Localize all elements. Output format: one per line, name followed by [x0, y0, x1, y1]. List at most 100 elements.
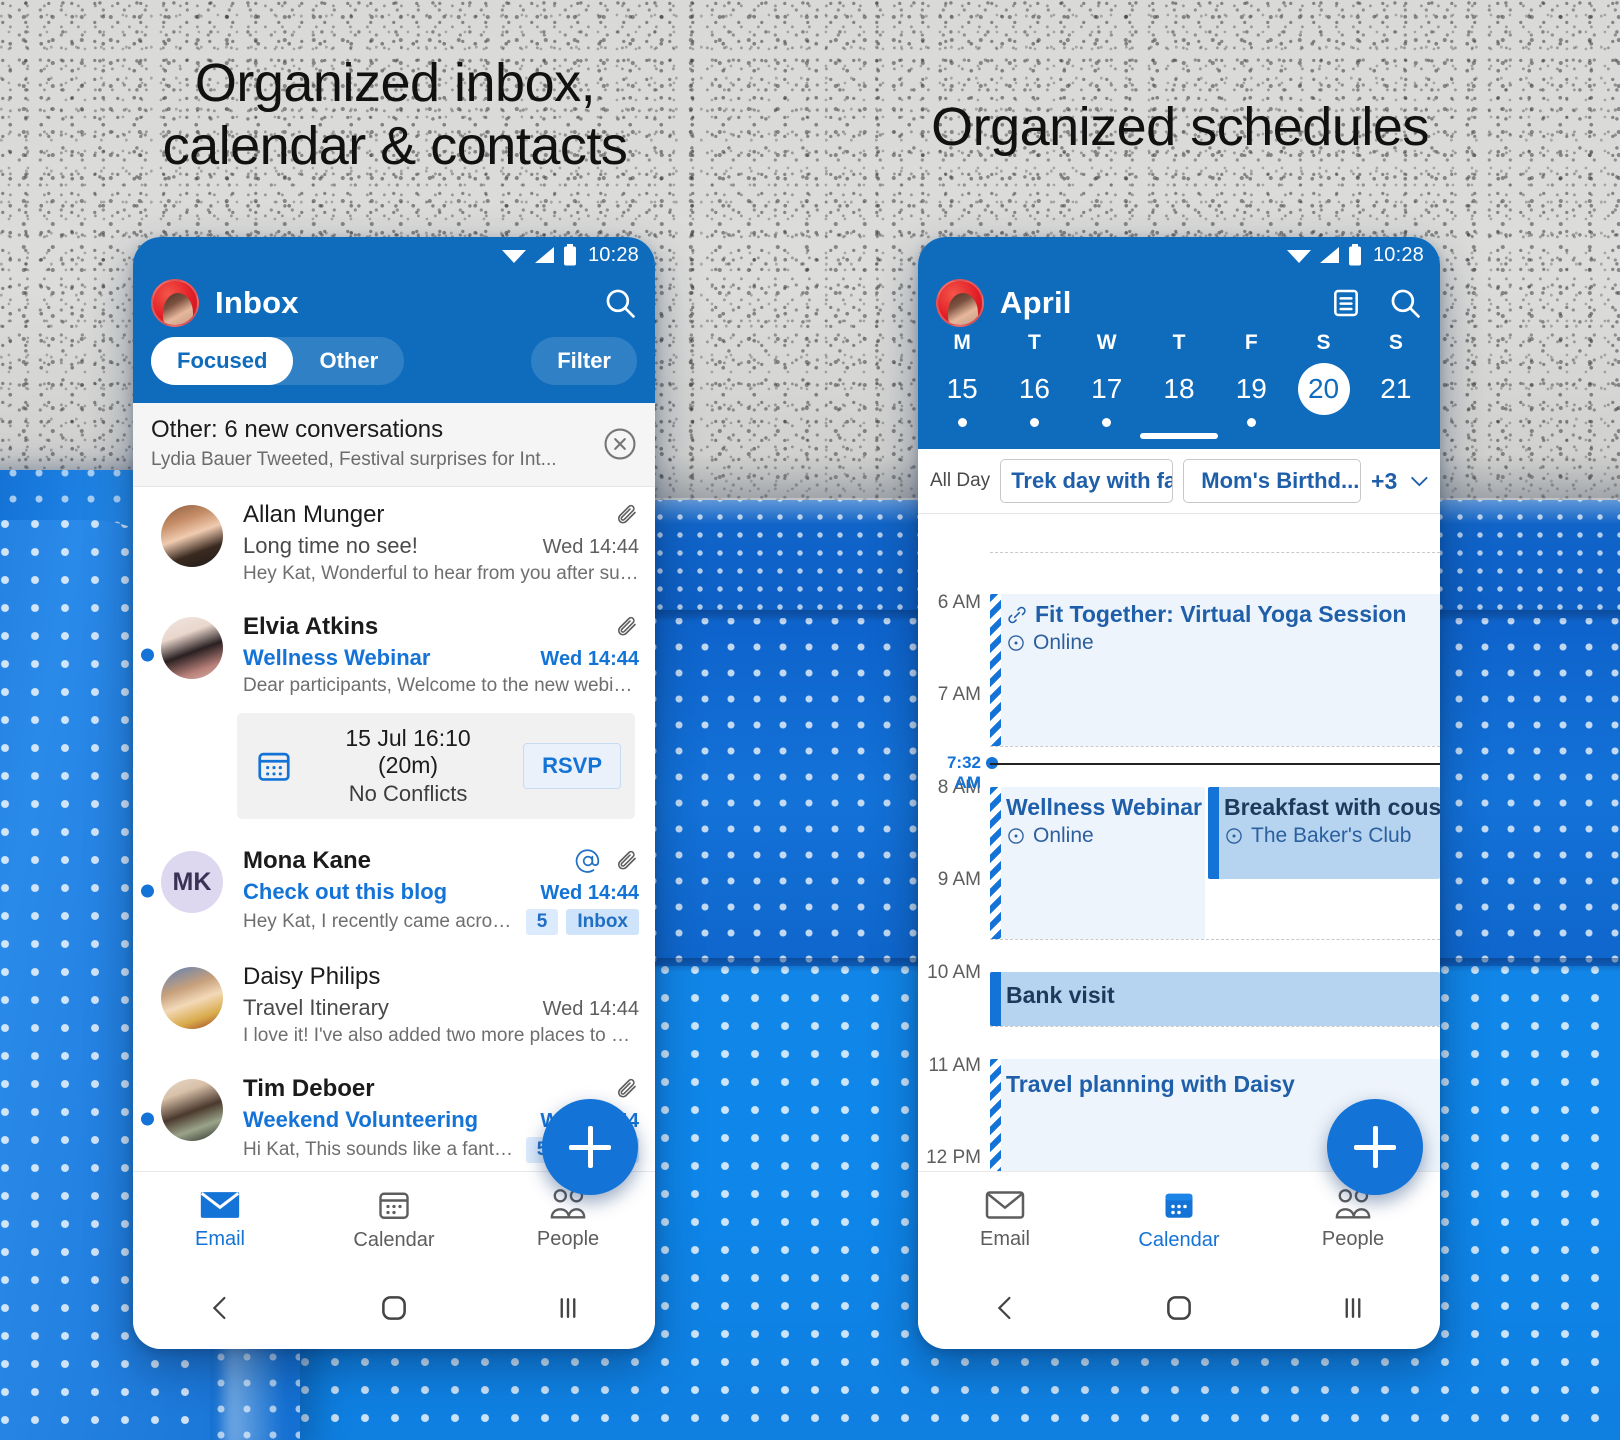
day-timeline[interactable]: 6 AM 7 AM 8 AM 9 AM 10 AM 11 AM 12 PM Fi…: [918, 514, 1440, 1176]
avatar: [161, 1079, 223, 1141]
event-title-text: Breakfast with cous...: [1224, 794, 1440, 820]
agenda-view-icon[interactable]: [1330, 287, 1362, 319]
status-bar-calendar: 10:28: [918, 237, 1440, 273]
back-button[interactable]: [133, 1291, 307, 1325]
calendar-icon: [379, 1192, 409, 1219]
nav-label: People: [536, 1228, 600, 1250]
day-cell-16[interactable]: 16: [998, 363, 1070, 427]
mail-preview: Dear participants, Welcome to the new we…: [243, 675, 639, 696]
mail-time: Wed 14:44: [542, 536, 639, 558]
mail-time: Wed 14:44: [540, 648, 639, 670]
day-cell-19[interactable]: 19: [1215, 363, 1287, 427]
tab-people[interactable]: People: [481, 1188, 655, 1251]
avatar: [161, 967, 223, 1029]
avatar[interactable]: [936, 279, 984, 327]
attachment-icon: [617, 850, 636, 870]
mail-icon: [200, 1192, 240, 1218]
search-icon[interactable]: [1388, 286, 1422, 320]
rsvp-button[interactable]: RSVP: [523, 743, 621, 789]
event-location: The Baker's Club: [1224, 824, 1430, 848]
tab-other[interactable]: Other: [293, 337, 404, 385]
event-location-text: Online: [1033, 824, 1094, 847]
chevron-down-icon[interactable]: [1407, 466, 1432, 496]
phone-inbox: 10:28 Inbox Focused Other Filter Other: …: [133, 237, 655, 1349]
calendar-event-bank-visit[interactable]: Bank visit: [990, 972, 1440, 1026]
other-banner-subtitle: Lydia Bauer Tweeted, Festival surprises …: [151, 449, 557, 470]
day-number: 17: [1091, 373, 1123, 404]
mail-time: Wed 14:44: [542, 998, 639, 1020]
rsvp-card[interactable]: 15 Jul 16:10 (20m) No Conflicts RSVP: [237, 713, 635, 819]
all-day-chip-trek[interactable]: Trek day with fa...: [1000, 459, 1174, 503]
filter-button[interactable]: Filter: [531, 337, 637, 385]
attachment-icon: [617, 1078, 636, 1098]
recents-button[interactable]: [481, 1291, 655, 1325]
location-icon: [1008, 828, 1024, 844]
mail-subject: Weekend Volunteering: [243, 1107, 479, 1132]
calendar-event-breakfast[interactable]: Breakfast with cous... The Baker's Club: [1208, 787, 1440, 879]
day-cell-20[interactable]: 20: [1287, 363, 1359, 427]
recents-button[interactable]: [1266, 1291, 1440, 1325]
other-conversations-banner[interactable]: Other: 6 new conversations Lydia Bauer T…: [133, 403, 655, 487]
new-event-fab[interactable]: [1327, 1099, 1423, 1195]
location-icon: [1226, 828, 1242, 844]
calendar-icon: [1165, 1193, 1193, 1218]
event-location-text: Online: [1033, 631, 1094, 654]
list-item[interactable]: MK Mona Kane Check out this blog Wed 14:…: [133, 833, 655, 949]
list-item[interactable]: Daisy Philips Travel Itinerary Wed 14:44…: [133, 949, 655, 1061]
all-day-chip-label: Mom's Birthd...: [1201, 468, 1360, 493]
event-title: Bank visit: [1006, 982, 1430, 1009]
home-square-icon: [382, 1296, 406, 1320]
avatar: [161, 617, 223, 679]
page-title: April: [1000, 285, 1072, 320]
system-nav-inbox: [133, 1267, 655, 1349]
unread-indicator: [141, 1112, 154, 1126]
weekday-header: M T W T F S S: [918, 327, 1440, 355]
tab-email[interactable]: Email: [918, 1188, 1092, 1251]
calendar-event-yoga[interactable]: Fit Together: Virtual Yoga Session Onlin…: [990, 594, 1440, 746]
event-dot: [1102, 418, 1112, 427]
search-icon[interactable]: [603, 286, 637, 320]
list-item[interactable]: Allan Munger Long time no see! Wed 14:44…: [133, 487, 655, 599]
avatar[interactable]: [151, 279, 199, 327]
tab-email[interactable]: Email: [133, 1188, 307, 1251]
tab-calendar[interactable]: Calendar: [1092, 1187, 1266, 1252]
event-location: Online: [1006, 631, 1430, 655]
mail-sender: Allan Munger: [243, 501, 385, 528]
event-location-text: The Baker's Club: [1251, 824, 1412, 847]
current-time-label: 7:32 AM: [946, 753, 981, 792]
mail-icon: [985, 1191, 1025, 1219]
signal-icon: [1319, 247, 1339, 263]
all-day-chip-label: Trek day with fa...: [1011, 468, 1172, 493]
tab-calendar[interactable]: Calendar: [307, 1187, 481, 1252]
mention-icon: [575, 849, 600, 873]
mail-preview: Hi Kat, This sounds like a fantastic...: [243, 1139, 518, 1160]
day-cell-17[interactable]: 17: [1071, 363, 1143, 427]
mail-sender: Daisy Philips: [243, 963, 381, 990]
close-icon[interactable]: [603, 427, 637, 461]
calendar-event-wellness-webinar[interactable]: Wellness Webinar Online: [990, 787, 1205, 939]
mail-sender: Elvia Atkins: [243, 613, 379, 640]
day-cell-15[interactable]: 15: [926, 363, 998, 427]
tab-people[interactable]: People: [1266, 1188, 1440, 1251]
wifi-icon: [1286, 250, 1311, 263]
weekday-label: M: [953, 331, 971, 354]
back-button[interactable]: [918, 1291, 1092, 1325]
all-day-chip-birthday[interactable]: Mom's Birthd...: [1183, 459, 1362, 503]
home-button[interactable]: [1092, 1291, 1266, 1325]
inbox-filter-row: Focused Other Filter: [133, 327, 655, 403]
calendar-icon: [258, 752, 290, 781]
signal-icon: [534, 247, 554, 263]
chevron-left-icon: [997, 1296, 1011, 1320]
home-button[interactable]: [307, 1291, 481, 1325]
compose-fab[interactable]: [542, 1099, 638, 1195]
all-day-more-count[interactable]: +3: [1371, 468, 1397, 495]
day-cell-21[interactable]: 21: [1360, 363, 1432, 427]
day-cell-18[interactable]: 18: [1143, 363, 1215, 427]
nav-label: Calendar: [1138, 1229, 1220, 1251]
event-dot: [957, 418, 967, 427]
week-expand-handle[interactable]: [918, 427, 1440, 449]
list-item[interactable]: Elvia Atkins Wellness Webinar Wed 14:44 …: [133, 599, 655, 711]
event-dot: [1246, 418, 1256, 427]
headline-right: Organized schedules: [931, 97, 1429, 157]
tab-focused[interactable]: Focused: [151, 337, 294, 385]
